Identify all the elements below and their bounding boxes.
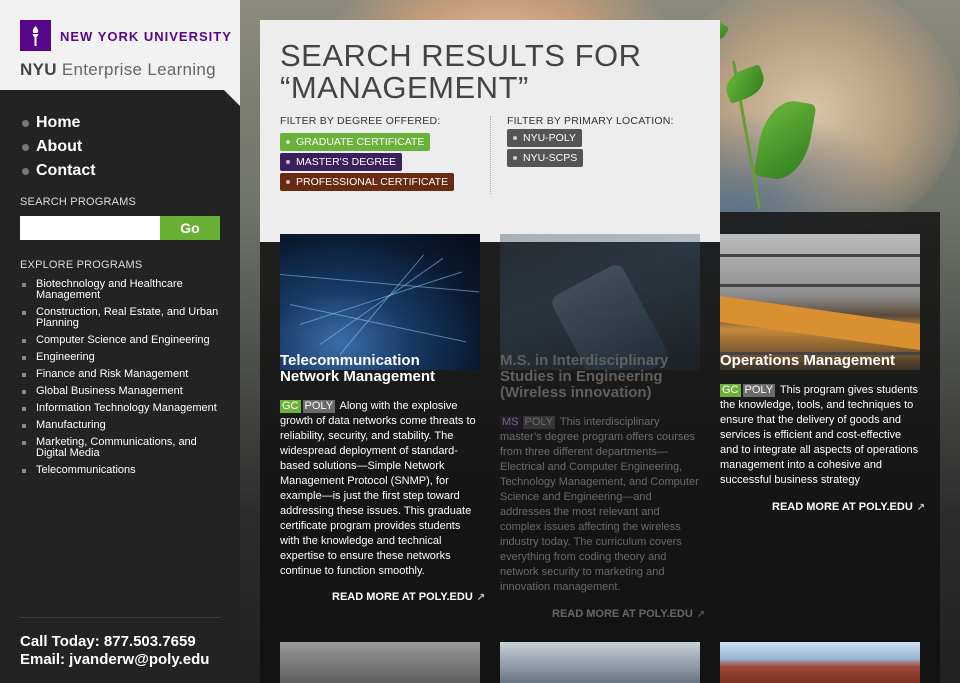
filter-tag-professional-certificate[interactable]: PROFESSIONAL CERTIFICATE	[280, 173, 455, 191]
result-card-operations: Operations Management GC POLY This progra…	[720, 234, 925, 534]
read-more-link[interactable]: READ MORE AT POLY.EDU ↗	[332, 591, 485, 603]
bullet-icon	[22, 424, 26, 428]
badge-poly: POLY	[742, 384, 776, 397]
result-description: MS POLY This interdisciplinary master’s d…	[500, 416, 699, 593]
bullet-icon	[22, 373, 26, 377]
explore-item[interactable]: Computer Science and Engineering	[22, 335, 222, 346]
nav-item-about[interactable]: About	[22, 138, 96, 162]
bullet-icon	[22, 283, 26, 287]
university-name: NEW YORK UNIVERSITY	[60, 29, 232, 44]
bullet-icon	[22, 407, 26, 411]
contact-phone: Call Today: 877.503.7659	[20, 633, 196, 650]
bullet-icon	[22, 356, 26, 360]
bullet-icon	[22, 469, 26, 473]
search-header-panel: SEARCH RESULTS FOR “MANAGEMENT” FILTER B…	[260, 20, 720, 242]
explore-item[interactable]: Engineering	[22, 352, 222, 363]
badge-poly: POLY	[522, 416, 556, 429]
search-go-button[interactable]: Go	[160, 216, 220, 240]
filter-divider	[490, 116, 491, 194]
bullet-icon	[22, 168, 29, 175]
external-link-icon: ↗	[696, 609, 706, 620]
bullet-icon	[22, 144, 29, 151]
read-more-link[interactable]: READ MORE AT POLY.EDU ↗	[552, 608, 705, 620]
explore-item[interactable]: Biotechnology and Healthcare Management	[22, 279, 222, 301]
main-nav: Home About Contact	[22, 114, 96, 186]
explore-programs-list: Biotechnology and Healthcare Management …	[22, 279, 222, 482]
nav-link-home[interactable]: Home	[36, 114, 80, 131]
result-thumbnail[interactable]	[720, 642, 920, 683]
filter-tag-masters-degree[interactable]: MASTER'S DEGREE	[280, 153, 403, 171]
bullet-icon	[22, 441, 26, 445]
read-more-link[interactable]: READ MORE AT POLY.EDU ↗	[772, 501, 925, 513]
explore-item[interactable]: Telecommunications	[22, 465, 222, 476]
hand-phone-image[interactable]	[500, 234, 700, 370]
result-card-telecom: Telecommunication Network Management GC P…	[280, 234, 485, 614]
result-title[interactable]: Telecommunication Network Management	[280, 353, 480, 385]
nav-item-home[interactable]: Home	[22, 114, 96, 138]
filter-tag-graduate-certificate[interactable]: GRADUATE CERTIFICATE	[280, 133, 431, 151]
badge-poly: POLY	[302, 400, 336, 413]
page-title: SEARCH RESULTS FOR “MANAGEMENT”	[280, 38, 642, 105]
filter-tag-nyu-poly[interactable]: NYU-POLY	[507, 129, 582, 147]
bullet-icon	[22, 339, 26, 343]
nav-link-contact[interactable]: Contact	[36, 162, 96, 179]
explore-item[interactable]: Marketing, Communications, and Digital M…	[22, 437, 222, 459]
explore-item[interactable]: Global Business Management	[22, 386, 222, 397]
external-link-icon: ↗	[476, 592, 486, 603]
network-globe-image[interactable]	[280, 234, 480, 370]
explore-item[interactable]: Construction, Real Estate, and Urban Pla…	[22, 307, 222, 329]
location-filter-label: FILTER BY PRIMARY LOCATION:	[507, 115, 674, 127]
degree-filter-label: FILTER BY DEGREE OFFERED:	[280, 115, 441, 127]
sidebar: NEW YORK UNIVERSITY NYU Enterprise Learn…	[0, 0, 240, 683]
external-link-icon: ↗	[916, 502, 926, 513]
divider	[20, 617, 220, 618]
explore-item[interactable]: Finance and Risk Management	[22, 369, 222, 380]
result-thumbnail[interactable]	[280, 642, 480, 683]
result-thumbnail[interactable]	[500, 642, 700, 683]
search-programs-heading: SEARCH PROGRAMS	[20, 196, 137, 208]
explore-item[interactable]: Information Technology Management	[22, 403, 222, 414]
result-title[interactable]: M.S. in Interdisciplinary Studies in Eng…	[500, 353, 700, 401]
filter-tag-nyu-scps[interactable]: NYU-SCPS	[507, 149, 584, 167]
explore-item[interactable]: Manufacturing	[22, 420, 222, 431]
badge-ms: MS	[500, 416, 521, 429]
nav-link-about[interactable]: About	[36, 138, 82, 155]
result-title[interactable]: Operations Management	[720, 353, 920, 369]
explore-programs-heading: EXPLORE PROGRAMS	[20, 259, 143, 271]
bullet-icon	[22, 311, 26, 315]
site-brand: NYU Enterprise Learning	[20, 60, 216, 79]
result-description: GC POLY This program gives students the k…	[720, 384, 919, 486]
nav-item-contact[interactable]: Contact	[22, 162, 96, 186]
bullet-icon	[22, 120, 29, 127]
result-description: GC POLY Along with the explosive growth o…	[280, 400, 476, 577]
badge-gc: GC	[280, 400, 301, 413]
contact-email: Email: jvanderw@poly.edu	[20, 651, 210, 668]
logo-area[interactable]: NEW YORK UNIVERSITY NYU Enterprise Learn…	[0, 0, 240, 90]
search-input[interactable]	[20, 216, 160, 240]
nyu-torch-icon	[20, 20, 51, 51]
bullet-icon	[22, 390, 26, 394]
badge-gc: GC	[720, 384, 741, 397]
result-card-wireless: M.S. in Interdisciplinary Studies in Eng…	[500, 234, 705, 634]
stock-ticker-building-image[interactable]	[720, 234, 920, 370]
